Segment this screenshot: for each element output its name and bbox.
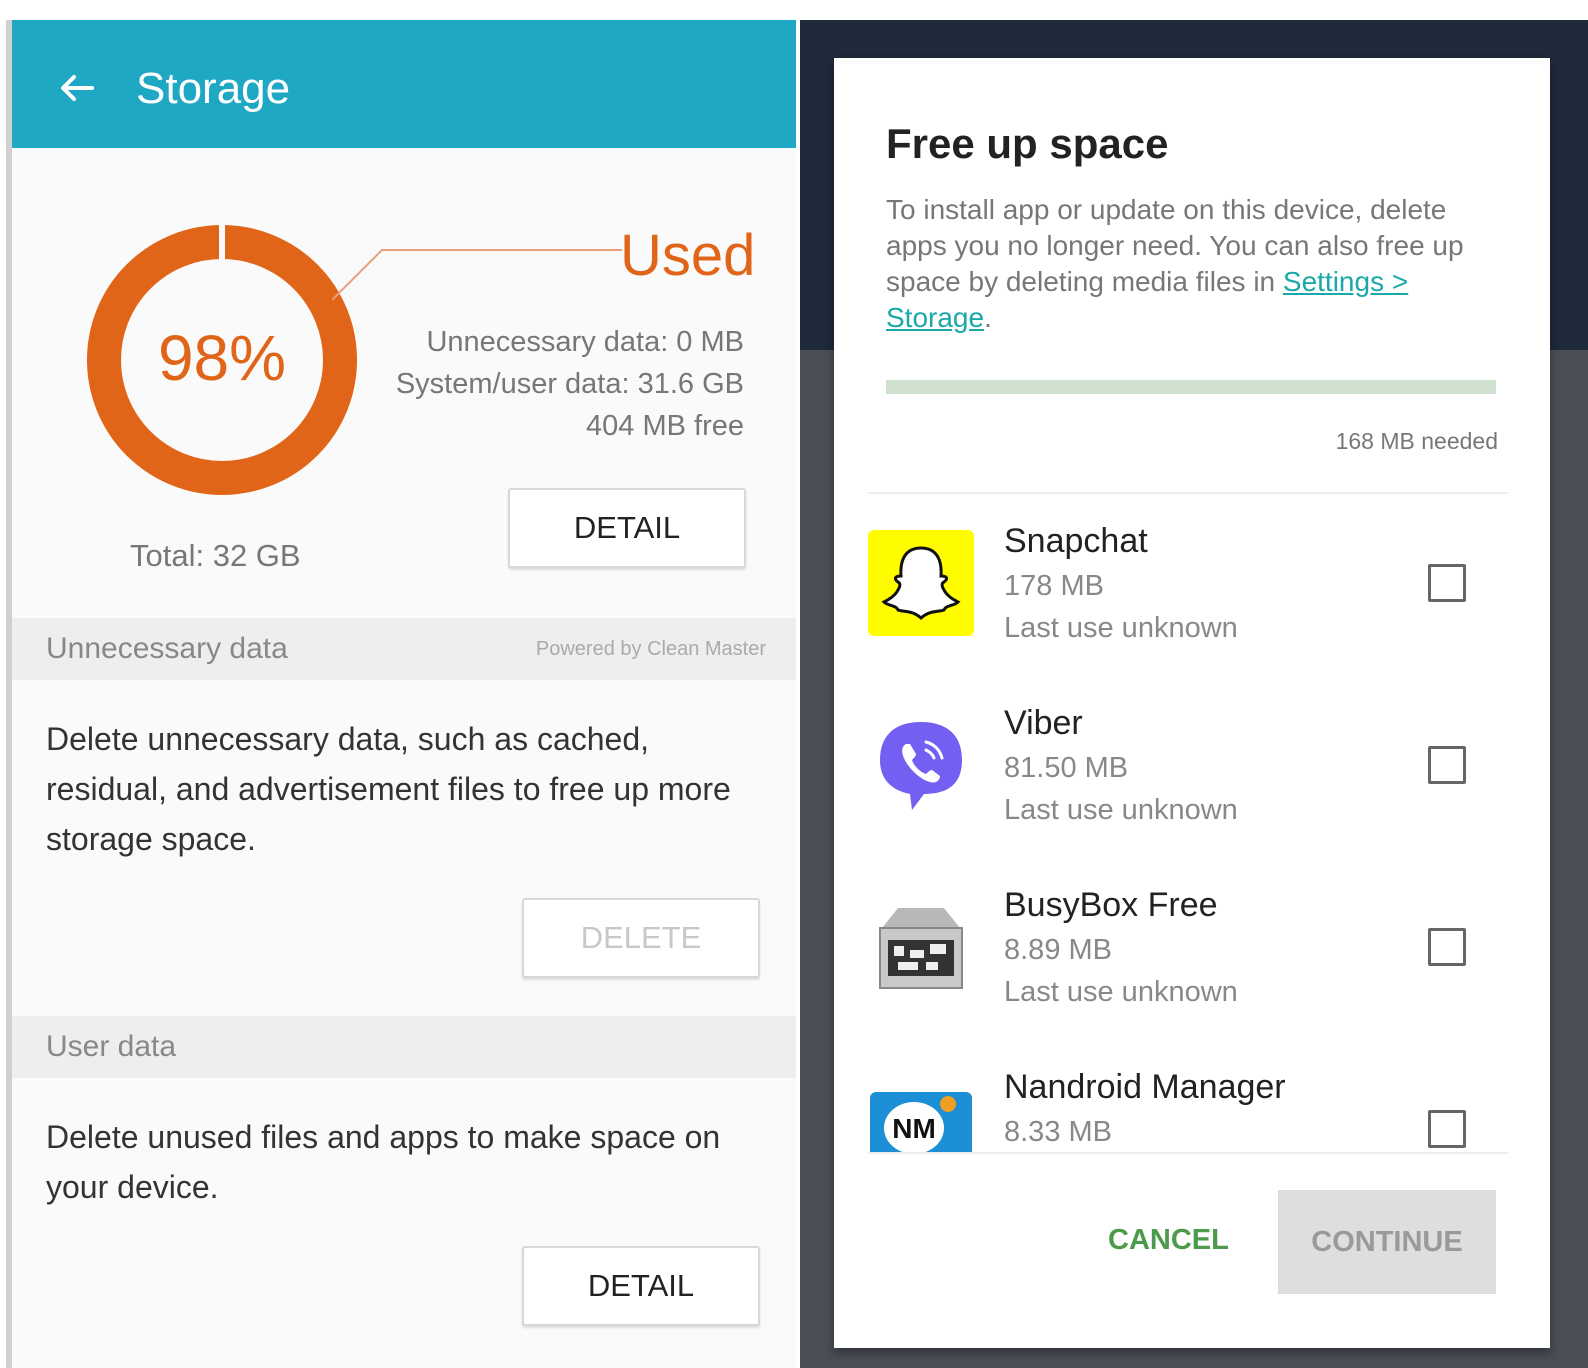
dialog-title: Free up space — [886, 120, 1169, 167]
storage-panel: Storage 98% Used Unnecessary data: 0 MB … — [6, 20, 796, 1368]
storage-detail-button[interactable]: DETAIL — [508, 488, 746, 568]
storage-screen: Storage 98% Used Unnecessary data: 0 MB … — [0, 0, 800, 1368]
unnecessary-data-header: Unnecessary data Powered by Clean Master — [12, 618, 796, 680]
used-callout-line — [332, 249, 622, 301]
section-title: User data — [46, 1030, 177, 1063]
user-data-description: Delete unused files and apps to make spa… — [46, 1119, 721, 1205]
back-arrow-icon[interactable] — [56, 68, 96, 108]
continue-button[interactable]: CONTINUE — [1278, 1190, 1496, 1294]
unnecessary-data-stat: Unnecessary data: 0 MB — [426, 326, 744, 358]
busybox-icon — [879, 908, 963, 989]
app-name: Nandroid Manager — [1004, 1068, 1286, 1106]
divider — [868, 1152, 1508, 1154]
app-list[interactable]: Snapchat 178 MB Last use unknown Viber 8… — [834, 498, 1550, 1152]
app-name: Viber — [1004, 704, 1083, 742]
cancel-button[interactable]: CANCEL — [1108, 1224, 1229, 1257]
page-title: Storage — [136, 64, 291, 113]
app-checkbox[interactable] — [1428, 564, 1466, 602]
app-name: Snapchat — [1004, 522, 1148, 560]
system-user-data-stat: System/user data: 31.6 GB — [395, 368, 744, 400]
app-row-nandroid[interactable]: NM Nandroid Manager 8.33 MB — [834, 1044, 1550, 1152]
used-label: Used — [620, 223, 756, 288]
app-row-viber[interactable]: Viber 81.50 MB Last use unknown — [834, 680, 1550, 862]
storage-usage-donut: 98% — [87, 222, 357, 495]
free-space-stat: 404 MB free — [586, 410, 744, 442]
divider — [868, 492, 1508, 494]
dialog-body-suffix: . — [984, 302, 992, 333]
app-size: 8.89 MB — [1004, 934, 1112, 966]
powered-by-label: Powered by Clean Master — [535, 638, 766, 660]
delete-button[interactable]: DELETE — [522, 898, 760, 978]
user-data-header: User data — [12, 1016, 796, 1078]
app-last-use: Last use unknown — [1004, 612, 1238, 644]
dialog-body: To install app or update on this device,… — [886, 192, 1506, 336]
app-checkbox[interactable] — [1428, 1110, 1466, 1148]
app-checkbox[interactable] — [1428, 928, 1466, 966]
app-size: 8.33 MB — [1004, 1116, 1112, 1148]
app-row-busybox[interactable]: BusyBox Free 8.89 MB Last use unknown — [834, 862, 1550, 1044]
viber-icon — [880, 722, 962, 810]
space-needed-label: 168 MB needed — [1335, 428, 1498, 454]
usage-percent: 98% — [158, 322, 286, 394]
total-storage-label: Total: 32 GB — [130, 538, 301, 573]
svg-text:NM: NM — [892, 1113, 936, 1144]
app-size: 81.50 MB — [1004, 752, 1129, 784]
app-name: BusyBox Free — [1004, 886, 1218, 924]
free-up-space-dialog: Free up space To install app or update o… — [834, 58, 1550, 1348]
app-last-use: Last use unknown — [1004, 794, 1238, 826]
section-title: Unnecessary data — [46, 632, 288, 665]
app-last-use: Last use unknown — [1004, 976, 1238, 1008]
app-checkbox[interactable] — [1428, 746, 1466, 784]
free-up-space-screen: Free up space To install app or update o… — [800, 20, 1588, 1368]
app-row-snapchat[interactable]: Snapchat 178 MB Last use unknown — [834, 498, 1550, 680]
app-bar: Storage — [12, 20, 796, 148]
unnecessary-data-description: Delete unnecessary data, such as cached,… — [46, 721, 731, 857]
space-progress-bar — [886, 380, 1496, 394]
app-size: 178 MB — [1004, 570, 1104, 602]
user-data-detail-button[interactable]: DETAIL — [522, 1246, 760, 1326]
nandroid-icon: NM — [870, 1092, 972, 1152]
snapchat-icon — [868, 530, 974, 636]
